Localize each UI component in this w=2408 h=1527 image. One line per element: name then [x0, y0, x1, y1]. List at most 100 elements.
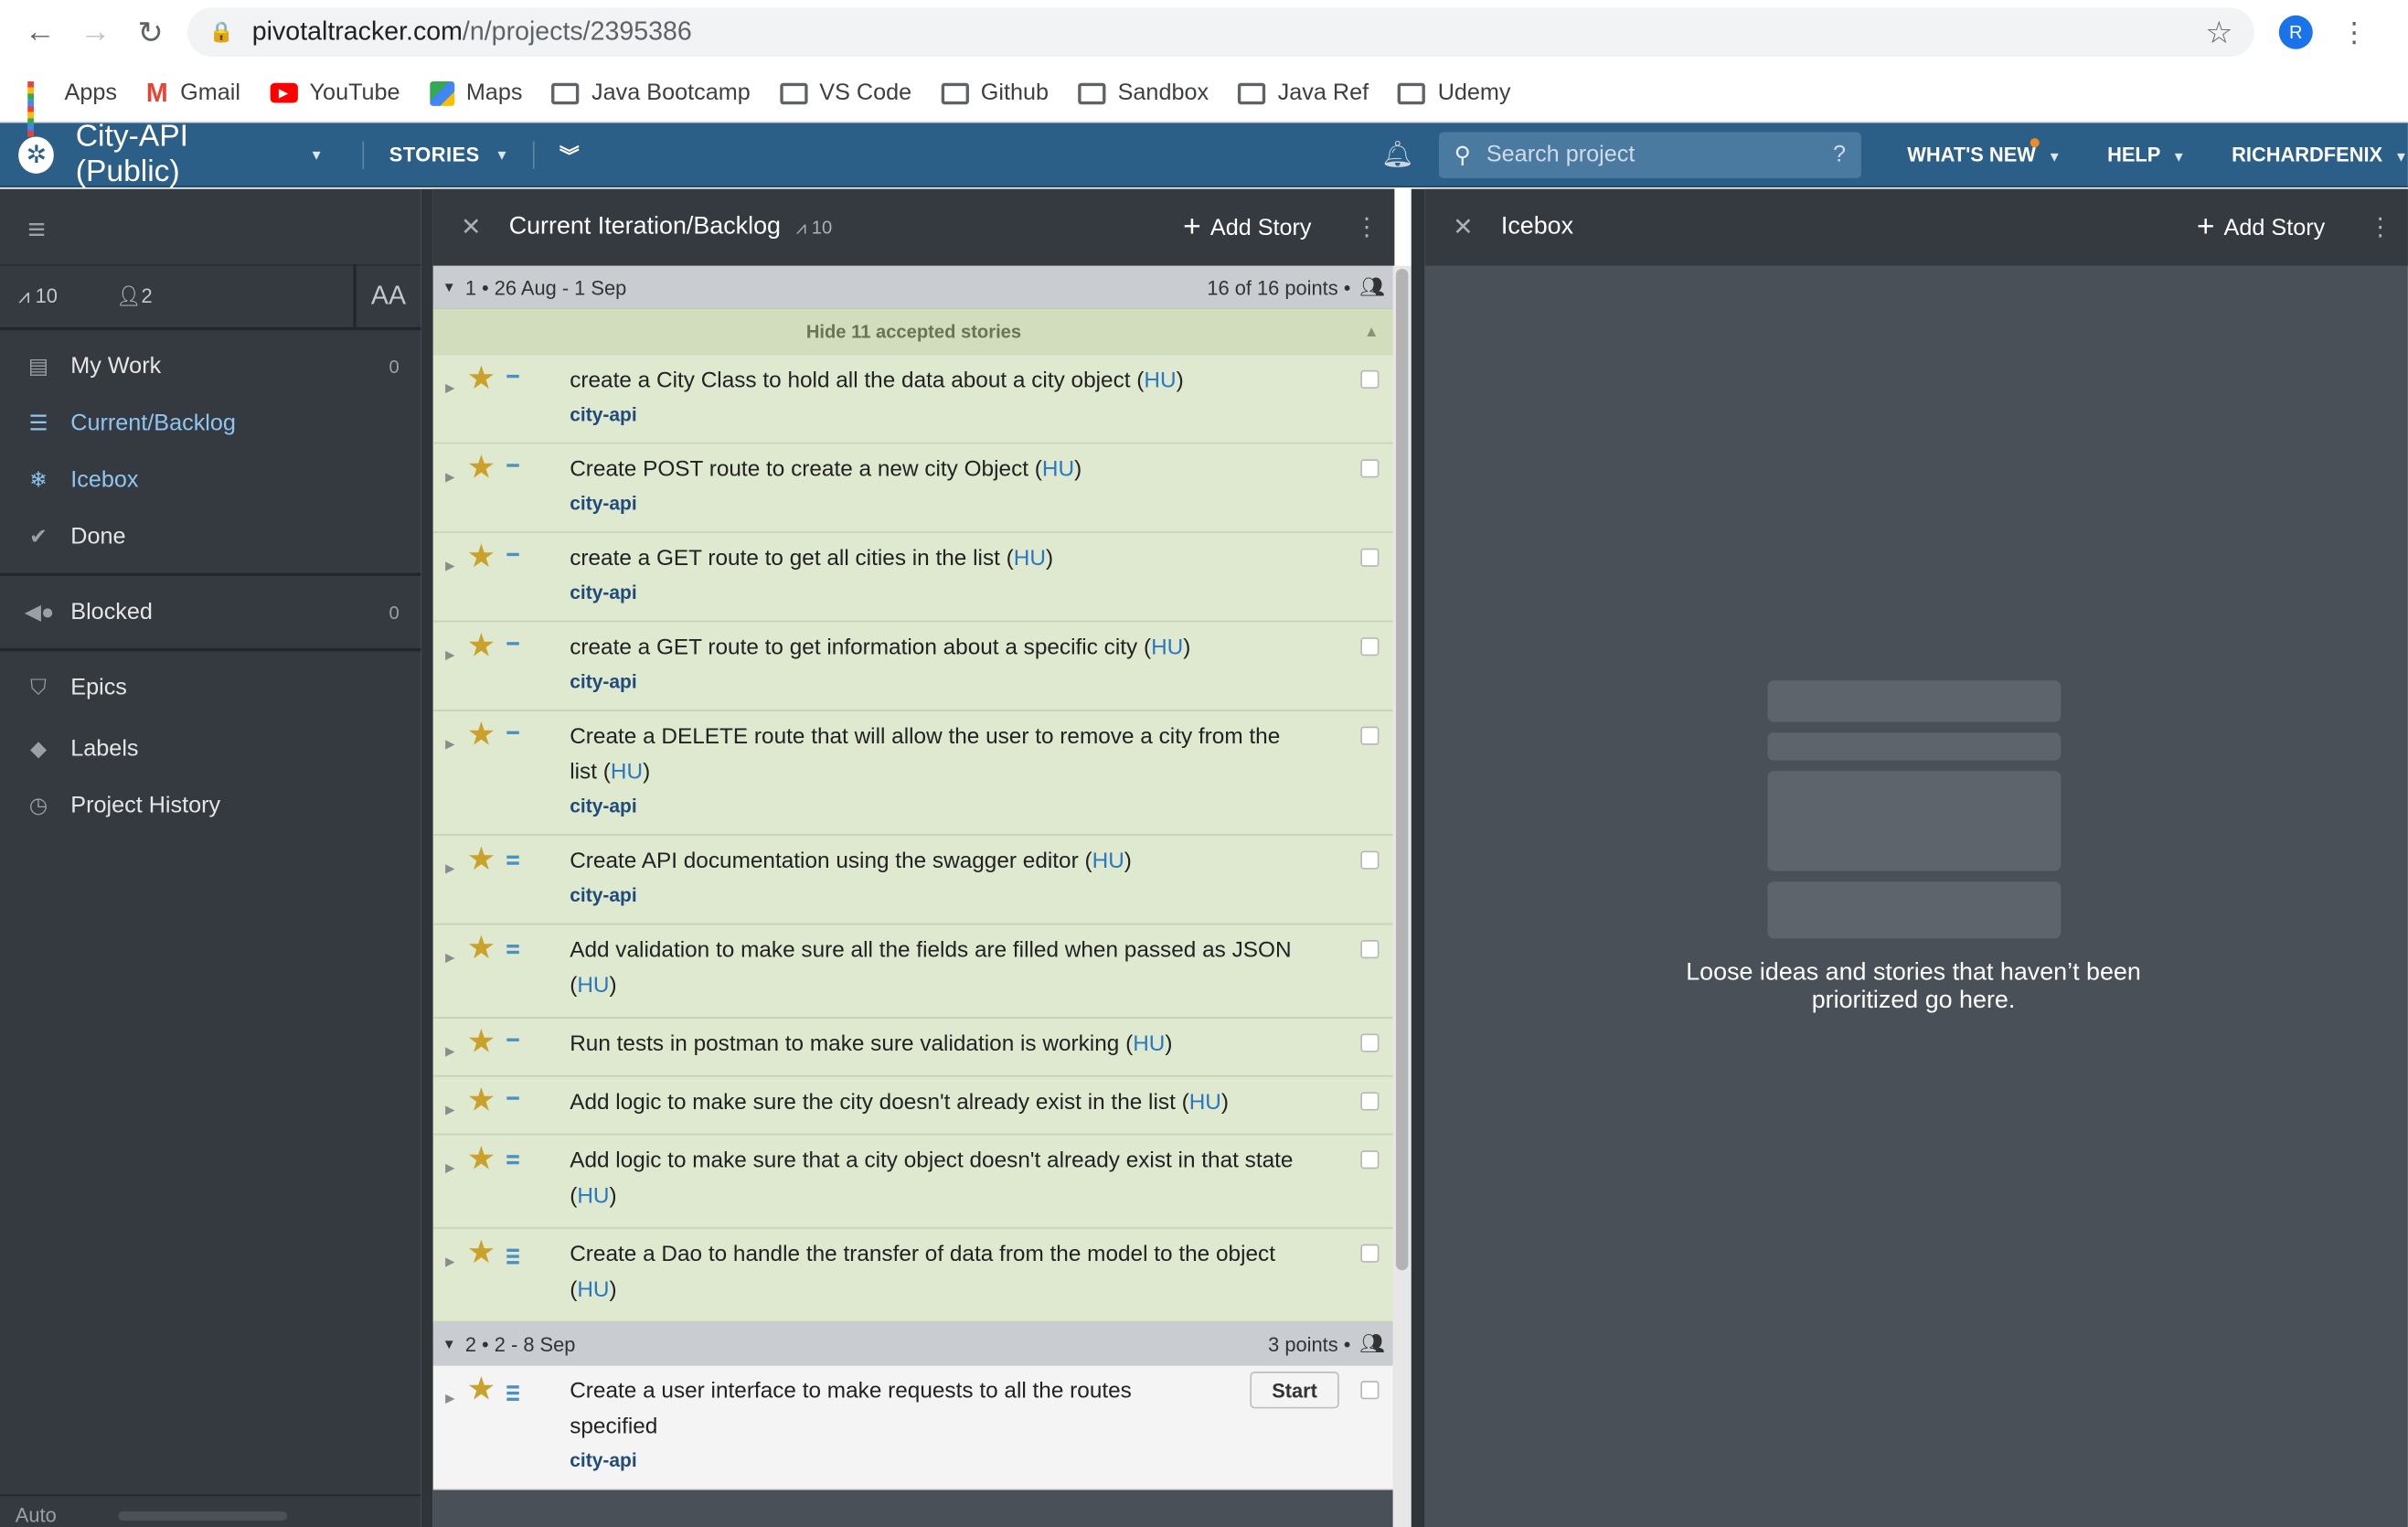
story-label[interactable]: city-api [570, 791, 1308, 822]
story-item[interactable]: ▶ ★ Create POST route to create a new city… [432, 443, 1395, 533]
bookmark-github[interactable]: Github [941, 80, 1049, 106]
select-checkbox[interactable] [1360, 637, 1380, 657]
bookmark-youtube[interactable]: ▶ YouTube [269, 80, 400, 106]
owner-initials[interactable]: HU [1092, 849, 1124, 874]
story-label[interactable]: city-api [570, 578, 1308, 609]
story-item[interactable]: ▶ ★ Create a DELETE route that will allow … [432, 710, 1395, 836]
panel-menu-icon[interactable]: ⋮ [1355, 212, 1380, 243]
team-strength-icon[interactable]: 👥︎ [1359, 1331, 1385, 1356]
expand-story-icon[interactable]: ▶ [445, 727, 454, 763]
select-checkbox[interactable] [1360, 940, 1380, 959]
owner-initials[interactable]: HU [611, 761, 643, 785]
owner-initials[interactable]: HU [1189, 1091, 1221, 1116]
sidebar-item-current-backlog[interactable]: ☰ Current/Backlog [0, 395, 421, 452]
collapse-toolbar-icon[interactable]: ︾ [559, 140, 580, 169]
collapse-triangle-icon[interactable]: ▼ [442, 280, 456, 295]
expand-story-icon[interactable]: ▶ [445, 637, 454, 673]
hide-accepted-toggle[interactable]: Hide 11 accepted stories ▲ [432, 308, 1395, 356]
select-checkbox[interactable] [1360, 1381, 1380, 1400]
select-checkbox[interactable] [1360, 369, 1380, 389]
story-item[interactable]: ▶ ★ Run tests in postman to make sure vali… [432, 1018, 1395, 1077]
iteration-header[interactable]: ▼ 1 • 26 Aug - 1 Sep 16 of 16 points • 👥… [432, 265, 1395, 309]
expand-story-icon[interactable]: ▶ [445, 940, 454, 976]
bookmark-apps[interactable]: Apps [27, 80, 117, 136]
reload-icon[interactable]: ↻ [123, 13, 177, 51]
scrollbar-thumb[interactable] [1395, 268, 1409, 1271]
bell-icon[interactable]: 🔔︎ [1381, 139, 1414, 170]
search-help-icon[interactable]: ? [1833, 142, 1846, 168]
auto-width-label[interactable]: Auto [16, 1504, 57, 1527]
font-size-toggle[interactable]: AA [353, 263, 421, 329]
owner-initials[interactable]: HU [1151, 635, 1183, 660]
bookmark-maps[interactable]: Maps [429, 80, 522, 106]
add-story-button[interactable]: + Add Story [1183, 209, 1311, 245]
owner-initials[interactable]: HU [577, 1278, 609, 1303]
story-label[interactable]: city-api [570, 881, 1308, 912]
stories-menu[interactable]: STORIES [389, 143, 480, 166]
sidebar-item-my-work[interactable]: ▤ My Work 0 [0, 338, 421, 395]
panel-width-slider[interactable] [117, 1511, 287, 1521]
close-icon[interactable]: ✕ [1453, 212, 1474, 243]
expand-story-icon[interactable]: ▶ [445, 1034, 454, 1070]
address-bar[interactable]: 🔒 pivotaltracker.com/n/projects/2395386 … [186, 7, 2254, 58]
panel-menu-icon[interactable]: ⋮ [2368, 212, 2392, 243]
story-item[interactable]: ▶ ★ Add validation to make sure all the fi… [432, 924, 1395, 1019]
story-item[interactable]: ▶ ★ Create a Dao to handle the transfer of… [432, 1228, 1395, 1323]
chevron-down-icon[interactable]: ▼ [310, 146, 324, 162]
profile-avatar[interactable]: R [2278, 15, 2313, 49]
expand-story-icon[interactable]: ▶ [445, 1381, 454, 1416]
owner-initials[interactable]: HU [1133, 1032, 1165, 1057]
bookmark-sandbox[interactable]: Sandbox [1077, 80, 1209, 106]
select-checkbox[interactable] [1360, 1092, 1380, 1111]
bookmark-java-bootcamp[interactable]: Java Bootcamp [551, 80, 751, 106]
expand-story-icon[interactable]: ▶ [445, 1092, 454, 1127]
hamburger-icon[interactable]: ≡ [0, 189, 421, 266]
expand-story-icon[interactable]: ▶ [445, 549, 454, 584]
help-menu[interactable]: HELP ▼ [2107, 143, 2186, 166]
story-item[interactable]: ▶ ★ create a GET route to get information … [432, 622, 1395, 711]
scrollbar[interactable] [1392, 265, 1412, 1527]
story-label[interactable]: city-api [570, 488, 1308, 519]
tracker-logo-icon[interactable]: ✲ [18, 135, 55, 173]
back-arrow-icon[interactable]: ← [12, 15, 67, 50]
story-item[interactable]: ▶ ★ create a GET route to get all cities i… [432, 532, 1395, 623]
story-item[interactable]: ▶ ★ Add logic to make sure the city doesn'… [432, 1076, 1395, 1136]
sidebar-item-blocked[interactable]: ◀● Blocked 0 [0, 583, 421, 640]
expand-story-icon[interactable]: ▶ [445, 459, 454, 495]
bookmark-java-ref[interactable]: Java Ref [1237, 80, 1369, 106]
browser-menu-icon[interactable]: ⋮ [2340, 16, 2368, 48]
owner-initials[interactable]: HU [577, 974, 609, 998]
story-label[interactable]: city-api [570, 1446, 1148, 1477]
story-item[interactable]: ▶ ★ create a City Class to hold all the da… [432, 355, 1395, 444]
sidebar-item-labels[interactable]: ◆ Labels [0, 721, 421, 777]
owner-initials[interactable]: HU [1014, 547, 1046, 571]
select-checkbox[interactable] [1360, 459, 1380, 478]
owner-initials[interactable]: HU [1042, 458, 1074, 483]
user-menu[interactable]: RICHARDFENIX ▼ [2232, 143, 2408, 166]
project-name[interactable]: City-API (Public) [76, 119, 294, 189]
whats-new-menu[interactable]: WHAT'S NEW ▼ [1907, 138, 2062, 166]
select-checkbox[interactable] [1360, 1150, 1380, 1169]
sidebar-item-project-history[interactable]: ◷ Project History [0, 777, 421, 834]
sidebar-item-icebox[interactable]: ❄ Icebox [0, 452, 421, 508]
story-label[interactable]: city-api [570, 400, 1308, 431]
bookmark-gmail[interactable]: M Gmail [146, 78, 240, 109]
select-checkbox[interactable] [1360, 548, 1380, 567]
chevron-down-icon[interactable]: ▼ [495, 146, 509, 162]
bookmark-star-icon[interactable]: ☆ [2205, 13, 2232, 51]
forward-arrow-icon[interactable]: → [68, 15, 123, 50]
select-checkbox[interactable] [1360, 1244, 1380, 1263]
search-input[interactable]: ⚲ Search project ? [1438, 131, 1861, 178]
expand-story-icon[interactable]: ▶ [445, 370, 454, 406]
add-story-button[interactable]: + Add Story [2197, 209, 2325, 245]
story-label[interactable]: city-api [570, 667, 1308, 698]
expand-story-icon[interactable]: ▶ [445, 1150, 454, 1186]
owner-initials[interactable]: HU [577, 1184, 609, 1209]
close-icon[interactable]: ✕ [461, 212, 482, 243]
iteration-header[interactable]: ▼ 2 • 2 - 8 Sep 3 points • 👥︎ [432, 1322, 1395, 1366]
select-checkbox[interactable] [1360, 726, 1380, 745]
team-strength-icon[interactable]: 👥︎ [1359, 275, 1385, 300]
start-button[interactable]: Start [1250, 1372, 1339, 1409]
story-item[interactable]: ▶ ★ Create a user interface to make requ… [432, 1365, 1395, 1490]
expand-story-icon[interactable]: ▶ [445, 1244, 454, 1280]
